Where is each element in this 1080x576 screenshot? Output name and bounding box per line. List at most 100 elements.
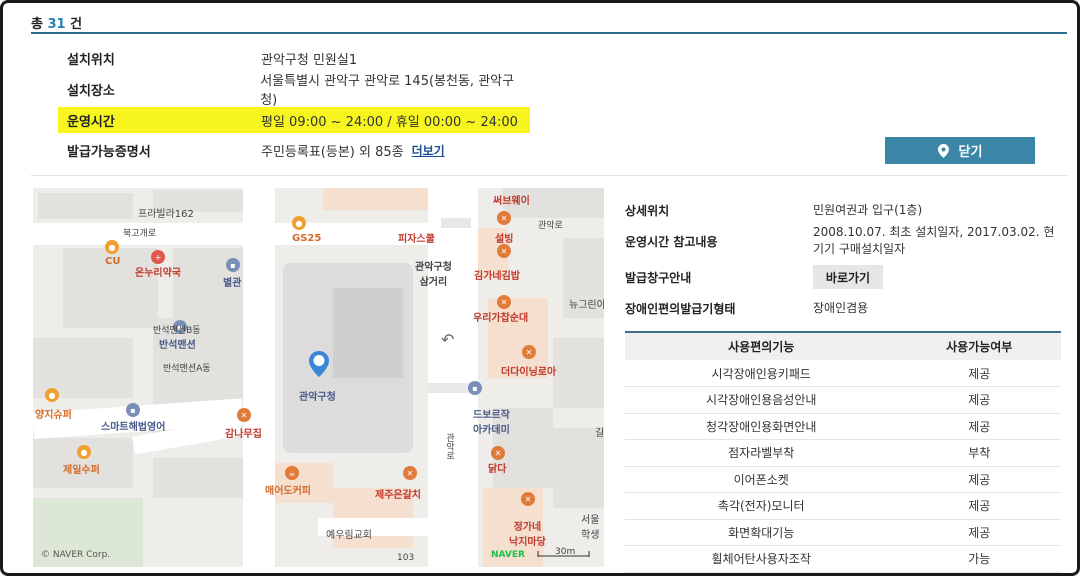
map-copyright: © NAVER Corp.: [41, 550, 111, 560]
store-icon: ●: [45, 388, 59, 402]
table-row: 화면확대기능 제공: [625, 519, 1061, 546]
naver-logo: NAVER: [491, 550, 525, 560]
map-label: 관악로: [444, 433, 454, 460]
store-icon: ●: [292, 216, 306, 230]
map-label: 감나무집: [225, 429, 262, 440]
map-label: 예우림교회: [326, 530, 372, 541]
map-label: 김가네김밥: [474, 271, 520, 282]
map-label: 반석맨션: [159, 340, 196, 351]
divider: [31, 32, 1067, 34]
restaurant-icon: ✕: [497, 244, 511, 258]
feature-status: 제공: [897, 519, 1061, 546]
restaurant-icon: ✕: [521, 492, 535, 506]
map-label: GS25: [292, 233, 322, 244]
map-label: 관악로: [538, 221, 563, 231]
map-label: 스마트해법영어: [101, 422, 166, 433]
map-label: 양지슈퍼: [35, 410, 72, 421]
info-row-location: 설치위치 관악구청 민원실1: [58, 45, 530, 71]
cafe-icon: ☕: [285, 466, 299, 480]
store-icon: ●: [105, 240, 119, 254]
feature-name: 청각장애인용화면안내: [625, 413, 898, 440]
location-map[interactable]: ● ● + ▪ ✕ ✕ ✕ ✕ ▪ ● ▪ ✕ ▪ ● ☕ ✕ ✕ ✕ 프라빌라…: [33, 188, 604, 567]
result-panel: 총 31 건 설치위치 관악구청 민원실1 설치장소 서울특별시 관악구 관악로…: [0, 0, 1080, 576]
hours-value: 평일 09:00 ~ 24:00 / 휴일 00:00 ~ 24:00: [261, 114, 518, 130]
map-label: 정가네 낙지마당: [509, 522, 546, 548]
map-label: 103: [397, 553, 415, 563]
hours-label: 운영시간: [67, 114, 115, 130]
table-row: 시각장애인용음성안내 제공: [625, 386, 1061, 414]
place-label: 설치장소: [67, 83, 115, 99]
map-label: 관악구청 삼거리: [415, 262, 452, 288]
cert-value: 주민등록표(등본) 외 85종: [261, 144, 404, 160]
map-label: 북고개로: [123, 229, 157, 239]
restaurant-icon: ✕: [497, 295, 511, 309]
building-icon: ▪: [126, 403, 140, 417]
building-icon: ▪: [226, 258, 240, 272]
restaurant-icon: ✕: [522, 345, 536, 359]
map-label: 설빙: [495, 234, 514, 245]
disabled-type-value: 장애인겸용: [813, 301, 869, 315]
restaurant-icon: ✕: [497, 211, 511, 225]
info-row-place: 설치장소 서울특별시 관악구 관악로 145(봉천동, 관악구청): [58, 74, 530, 108]
table-row: 이어폰소켓 제공: [625, 466, 1061, 493]
map-label: 서울 학생: [581, 515, 600, 541]
feature-status: 제공: [897, 360, 1061, 387]
restaurant-icon: ✕: [237, 408, 251, 422]
close-label: 닫기: [958, 145, 983, 160]
feature-status: 가능: [897, 545, 1061, 573]
map-scale: 30m: [555, 547, 576, 557]
table-row: 시각장애인용키패드 제공: [625, 360, 1061, 387]
feature-name: 화면확대기능: [625, 519, 898, 546]
feature-name: 점자라벨부착: [625, 439, 898, 467]
map-label: 길: [595, 428, 604, 439]
map-label: 프라빌라162: [138, 209, 194, 220]
cert-label: 발급가능증명서: [67, 144, 151, 160]
detail-location-value: 민원여권과 입구(1층): [813, 203, 923, 217]
divider: [31, 175, 1067, 176]
feature-status: 제공: [897, 386, 1061, 414]
feature-status: 제공: [897, 492, 1061, 520]
table-header: 사용편의기능: [625, 331, 898, 360]
more-link[interactable]: 더보기: [412, 142, 445, 159]
map-label: 뉴그린아: [569, 300, 604, 311]
place-value: 서울특별시 관악구 관악로 145(봉천동, 관악구청): [260, 74, 515, 108]
feature-name: 이어폰소켓: [625, 466, 898, 493]
pharmacy-icon: +: [151, 250, 165, 264]
map-label: 관악구청: [299, 392, 336, 403]
restaurant-icon: ✕: [491, 446, 505, 460]
map-label: CU: [105, 256, 121, 267]
table-row: 촉각(전자)모니터 제공: [625, 492, 1061, 520]
table-row: 청각장애인용화면안내 제공: [625, 413, 1061, 440]
close-button[interactable]: 닫기: [885, 137, 1035, 164]
map-label: 별관: [223, 278, 242, 289]
features-table: 사용편의기능 사용가능여부 시각장애인용키패드 제공 시각장애인용음성안내 제공 청…: [625, 331, 1061, 573]
table-row: 휠체어탄사용자조작 가능: [625, 545, 1061, 573]
table-row: 점자라벨부착 부착: [625, 439, 1061, 467]
map-label: 드보르작 아카데미: [473, 410, 510, 436]
map-pin-icon: [937, 143, 949, 158]
selected-location-pin-icon[interactable]: [309, 351, 329, 377]
location-value: 관악구청 민원실1: [261, 52, 358, 68]
map-label: 제일수퍼: [63, 465, 100, 476]
map-label: 반석맨션B동: [153, 326, 201, 336]
building-icon: ▪: [468, 381, 482, 395]
map-label: 써브웨이: [493, 196, 530, 207]
map-label: 반석맨션A동: [163, 364, 211, 374]
info-row-hours: 운영시간 평일 09:00 ~ 24:00 / 휴일 00:00 ~ 24:00: [58, 107, 530, 133]
goto-button[interactable]: 바로가기: [813, 265, 883, 289]
info-row-cert: 발급가능증명서 주민등록표(등본) 외 85종 더보기: [58, 137, 530, 163]
map-label: 제주은갈치: [375, 490, 421, 501]
map-label: 닭다: [488, 464, 507, 475]
store-icon: ●: [77, 445, 91, 459]
feature-name: 시각장애인용키패드: [625, 360, 898, 387]
table-header: 사용가능여부: [897, 331, 1061, 360]
map-label: 피자스쿨: [398, 234, 435, 245]
feature-name: 촉각(전자)모니터: [625, 492, 898, 520]
feature-name: 시각장애인용음성안내: [625, 386, 898, 414]
restaurant-icon: ✕: [403, 466, 417, 480]
hours-note-label: 운영시간 참고내용: [625, 235, 718, 249]
disabled-type-label: 장애인편의발급기형태: [625, 302, 736, 316]
map-label: 온누리약국: [135, 268, 181, 279]
total-count: 총 31 건: [31, 17, 83, 32]
map-label: 매어도커피: [265, 486, 311, 497]
